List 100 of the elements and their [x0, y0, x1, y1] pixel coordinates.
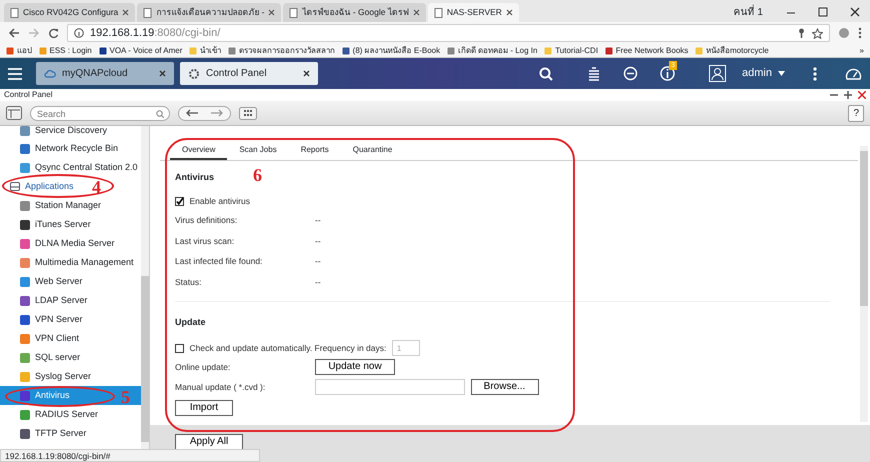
checked-checkbox[interactable] [175, 197, 184, 206]
browser-tab[interactable]: การแจ้งเตือนความปลอดภัย - [137, 3, 282, 22]
menu-icon[interactable] [858, 27, 862, 39]
info-icon[interactable] [660, 66, 676, 81]
bookmark-icon [189, 46, 198, 54]
back-icon[interactable] [8, 28, 20, 38]
search-field[interactable]: Search [30, 106, 170, 121]
sidebar-item[interactable]: RADIUS Server [18, 406, 100, 423]
bookmark-icon [544, 46, 552, 54]
search-icon [156, 110, 164, 118]
content-tab[interactable]: Quarantine [340, 142, 404, 160]
bookmark-link[interactable]: ตรวจผลการออกรางวัลสลาก [228, 44, 335, 56]
field-value: -- [315, 255, 321, 268]
field-label: Status: [175, 276, 202, 289]
import-button[interactable]: Import [175, 400, 233, 416]
content-tab[interactable]: Overview [170, 142, 228, 160]
url-text: 192.168.1.19:8080/cgi-bin/ [90, 26, 220, 41]
sidebar-item[interactable]: Station Manager [18, 197, 104, 214]
grid-icon[interactable] [239, 106, 257, 120]
sidebar-item[interactable]: iTunes Server [18, 216, 93, 233]
more-bookmarks-button[interactable]: » [860, 44, 864, 56]
bookmark-link[interactable]: เกิดดี ดอทคอม - Log In [447, 44, 538, 56]
update-now-button[interactable]: Update now [315, 359, 395, 375]
page-icon [434, 8, 443, 18]
app-tab[interactable]: Control Panel [180, 62, 318, 85]
section-heading: Antivirus [175, 171, 214, 184]
maximize-icon[interactable] [844, 91, 852, 99]
reload-icon[interactable] [48, 28, 59, 38]
back-icon[interactable] [185, 109, 199, 117]
browser-tab[interactable]: NAS-SERVER [428, 3, 519, 22]
bookmark-link[interactable]: แอป [6, 44, 32, 56]
checkbox[interactable] [175, 344, 184, 352]
close-icon[interactable] [303, 70, 310, 77]
sidebar-item[interactable]: Antivirus [18, 387, 72, 404]
scrollbar-thumb[interactable] [860, 151, 868, 306]
field-label: Online update: [175, 360, 230, 374]
bookmark-link[interactable]: Free Network Books [605, 44, 688, 56]
sidebar-item[interactable]: VPN Server [18, 311, 85, 328]
close-icon[interactable] [412, 9, 420, 16]
sidebar-item[interactable]: Syslog Server [18, 368, 94, 385]
sidebar-item[interactable]: Multimedia Management [18, 254, 136, 271]
sidebar-item[interactable]: DLNA Media Server [18, 235, 117, 252]
search-icon[interactable] [539, 66, 554, 80]
content-tab[interactable]: Scan Jobs [227, 142, 289, 160]
field-label: Virus definitions: [175, 214, 238, 228]
field-value: -- [315, 234, 321, 248]
profile-name[interactable]: คนที่ 1 [734, 5, 763, 20]
maximize-icon[interactable] [818, 7, 828, 17]
status-url: 192.168.1.19:8080/cgi-bin/# [0, 449, 260, 462]
apps-icon [6, 46, 14, 54]
close-icon[interactable] [122, 9, 130, 16]
bookmark-icon [228, 46, 236, 54]
sidebar-item[interactable]: VPN Client [18, 330, 82, 347]
close-icon[interactable] [858, 91, 866, 99]
sidebar-item[interactable]: Web Server [18, 273, 84, 290]
sidebar-item[interactable]: Service Discovery [18, 126, 110, 139]
star-icon[interactable] [812, 28, 823, 38]
app-tab[interactable]: myQNAPcloud [36, 62, 174, 85]
scrollbar-thumb[interactable] [141, 276, 149, 442]
file-path-field[interactable] [315, 379, 465, 396]
sidebar-toggle-icon[interactable] [6, 106, 22, 120]
field-label: Last infected file found: [175, 255, 262, 268]
forward-icon[interactable] [210, 109, 224, 117]
content-tab[interactable]: Reports [288, 142, 341, 160]
help-button[interactable]: ? [848, 104, 864, 122]
bookmark-link[interactable]: ESS : Login [38, 44, 92, 56]
section-heading: Update [175, 316, 206, 329]
gauge-icon[interactable] [845, 66, 862, 81]
bookmark-link[interactable]: หนังสือmotorcycle [695, 44, 769, 56]
sidebar-item[interactable]: Network Recycle Bin [18, 140, 120, 157]
sidebar-item[interactable]: Qsync Central Station 2.0 [18, 159, 140, 176]
apply-all-button[interactable]: Apply All [175, 434, 243, 450]
browser-tab[interactable]: ไดรฟ์ของฉัน - Google ไดรฟ [283, 3, 426, 22]
bookmark-icon [98, 46, 107, 54]
close-icon[interactable] [850, 7, 860, 17]
browse-button[interactable]: Browse... [470, 379, 538, 396]
checkbox-label: Check and update automatically. Frequency in days: [190, 342, 386, 354]
sidebar-item[interactable]: SQL server [18, 349, 82, 366]
bookmark-icon [447, 46, 456, 54]
user-icon[interactable] [709, 65, 726, 82]
close-icon[interactable] [159, 70, 166, 77]
sidebar-item[interactable]: LDAP Server [18, 292, 90, 309]
close-icon[interactable] [506, 9, 513, 16]
menu-icon[interactable] [8, 68, 22, 80]
user-menu[interactable]: admin [742, 65, 772, 82]
checkbox-label: Enable antivirus [190, 195, 250, 208]
sidebar-item[interactable]: TFTP Server [18, 425, 88, 442]
stack-icon[interactable] [587, 66, 602, 80]
page-icon [143, 8, 152, 18]
close-icon[interactable] [268, 9, 276, 16]
bookmark-link[interactable]: VOA - Voice of Amer [98, 44, 182, 56]
browser-tab[interactable]: Cisco RV042G Configura [4, 3, 136, 22]
field-label: Manual update ( *.cvd ): [175, 380, 266, 394]
bookmark-link[interactable]: (8) ผลงานหนังสือ E-Book [342, 44, 440, 56]
bookmark-link[interactable]: Tutorial-CDI [544, 44, 598, 56]
bookmark-link[interactable]: นำเข้า [189, 44, 222, 56]
sidebar-group[interactable]: Applications [8, 178, 76, 195]
caret-icon[interactable] [778, 71, 785, 76]
address-field[interactable]: 192.168.1.19:8080/cgi-bin/ [67, 24, 830, 42]
more-icon[interactable] [813, 66, 817, 80]
